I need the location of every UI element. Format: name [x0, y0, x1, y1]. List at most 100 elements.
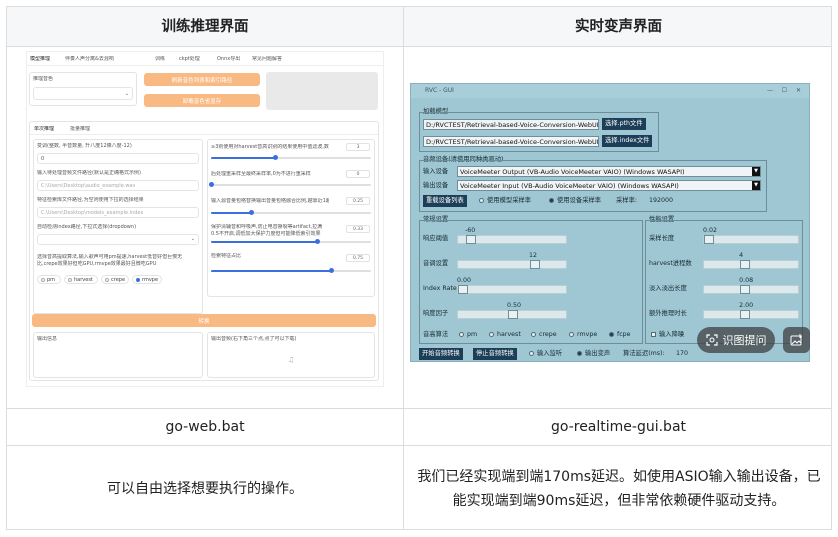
- tab-faq[interactable]: 常见问题解答: [252, 56, 282, 63]
- start-button[interactable]: 开始音频转换: [419, 348, 463, 360]
- pth-path-input[interactable]: D:/RVCTEST/Retrieval-based-Voice-Convers…: [423, 119, 599, 130]
- pth-button[interactable]: 选择.pth文件: [602, 118, 646, 130]
- resample-slider[interactable]: [209, 182, 371, 187]
- refresh-button[interactable]: 刷新音色列表和索引路径: [144, 73, 260, 86]
- image-question-button[interactable]: 识图提问: [697, 327, 775, 353]
- index-path-input[interactable]: D:/RVCTEST/Retrieval-based-Voice-Convers…: [423, 136, 599, 147]
- radio-monitor-in-label: 输入监听: [537, 350, 563, 357]
- general-label-0: 响应阈值: [423, 235, 449, 242]
- tab-separation[interactable]: 伴奏人声分离&去混响: [65, 56, 114, 63]
- tab-inference[interactable]: 模型推理: [30, 56, 50, 63]
- pitch-input[interactable]: 0: [37, 153, 199, 164]
- radio-harvest[interactable]: harvest: [64, 275, 98, 284]
- perf-value-0: 0.02: [703, 227, 718, 234]
- delay-value: 170: [676, 350, 689, 357]
- radio-fcpe[interactable]: fcpe: [609, 330, 631, 339]
- general-slider-handle-3[interactable]: [508, 310, 518, 319]
- close-icon[interactable]: ✕: [796, 84, 801, 98]
- general-slider-1[interactable]: [457, 260, 567, 269]
- general-slider-3[interactable]: [457, 310, 567, 319]
- general-label-1: 音调设置: [423, 260, 449, 267]
- radio-monitor-out[interactable]: 输出变声: [577, 349, 610, 358]
- output-info-label: 输出信息: [37, 336, 58, 342]
- radio-harvest[interactable]: harvest: [489, 330, 521, 339]
- general-value-0: -60: [465, 227, 476, 234]
- right-form: ≥3则使用对harvest音高识别的结果使用中值滤波,数值为滤波半径,使用可以削…: [207, 139, 375, 297]
- tab-ckpt[interactable]: ckpt处理: [179, 56, 200, 63]
- output-audio-label: 输出音频(右下角三个点,点了可以下载): [211, 336, 297, 342]
- webui-tabbar: 模型推理 伴奏人声分离&去混响 训练 ckpt处理 Onnx导出 常见问题解答: [27, 52, 383, 66]
- radio-rmvpe[interactable]: rmvpe: [569, 330, 597, 339]
- general-slider-0[interactable]: [457, 235, 567, 244]
- chevron-down-icon[interactable]: ▼: [752, 167, 760, 176]
- rms-slider[interactable]: [211, 210, 371, 215]
- radio-pm[interactable]: pm: [37, 275, 61, 284]
- desc-web: 可以自由选择想要执行的操作。: [107, 480, 303, 497]
- perf-slider-3[interactable]: [703, 310, 799, 319]
- perf-slider-handle-1[interactable]: [740, 260, 751, 269]
- input-device-label: 输入设备: [423, 168, 449, 175]
- rms-value[interactable]: 0.25: [346, 197, 370, 205]
- chevron-down-icon: ⌄: [190, 236, 195, 242]
- resample-value[interactable]: 0: [346, 170, 370, 178]
- radio-sr-model[interactable]: 使用模型采样率: [479, 196, 531, 205]
- perf-slider-handle-3[interactable]: [740, 310, 751, 319]
- rms-label: 输入源音量包络替换输出音量包络融合比例,越靠近1越使用输出包络: [211, 198, 329, 204]
- header-training: 训练推理界面: [161, 18, 249, 35]
- model-dropdown[interactable]: ⌄: [33, 87, 133, 100]
- protect-value[interactable]: 0.33: [346, 225, 370, 233]
- tab-train[interactable]: 训练: [155, 56, 165, 63]
- radio-monitor-in[interactable]: 输入监听: [529, 349, 562, 358]
- reload-devices-button[interactable]: 重载设备列表: [423, 195, 467, 207]
- subtab-single[interactable]: 单次推理: [34, 126, 54, 133]
- convert-button[interactable]: 转换: [32, 314, 376, 327]
- index-button[interactable]: 选择.index文件: [602, 135, 653, 147]
- index-path-value: C:\Users\Desktop\models_example.index: [41, 210, 144, 216]
- perf-slider-1[interactable]: [703, 260, 799, 269]
- general-slider-handle-2[interactable]: [458, 285, 468, 294]
- index-rate-value[interactable]: 0.75: [346, 254, 370, 262]
- audio-path-input[interactable]: C:\Users\Desktop\audio_example.wav: [37, 180, 199, 191]
- music-note-icon: ♫: [288, 357, 295, 364]
- radio-sr-device[interactable]: 使用设备采样率: [549, 196, 601, 205]
- index-dropdown[interactable]: ⌄: [37, 234, 199, 245]
- minimize-icon[interactable]: —: [767, 84, 773, 98]
- radio-pm[interactable]: pm: [459, 330, 477, 339]
- radio-crepe[interactable]: crepe: [531, 330, 557, 339]
- protect-slider[interactable]: [211, 239, 371, 244]
- output-device-select[interactable]: VoiceMeeter Input (VB-Audio VoiceMeeter …: [457, 180, 761, 191]
- subtab-batch[interactable]: 批量推理: [70, 126, 90, 133]
- filter-slider[interactable]: [211, 155, 371, 160]
- index-path-input[interactable]: C:\Users\Desktop\models_example.index: [37, 207, 199, 218]
- gui-title: RVC - GUI: [425, 87, 454, 94]
- gui-titlebar: RVC - GUI — ☐ ✕: [411, 84, 809, 98]
- filter-value[interactable]: 3: [346, 143, 370, 151]
- index-rate-slider[interactable]: [211, 268, 371, 273]
- general-slider-handle-0[interactable]: [466, 235, 476, 244]
- chevron-down-icon[interactable]: ▼: [752, 181, 760, 190]
- noise-reduce-checkbox[interactable]: 输入降噪: [651, 330, 684, 339]
- index-rate-label: 检索特征占比: [211, 253, 242, 259]
- stop-button[interactable]: 停止音频转换: [473, 348, 517, 360]
- radio-crepe[interactable]: crepe: [101, 275, 129, 284]
- protect-label: 保护清辅音和呼吸声,防止电音撕裂等artifact,拉满0.5不开启,调低加大保…: [211, 224, 323, 237]
- general-slider-handle-1[interactable]: [530, 260, 540, 269]
- radio-rmvpe[interactable]: rmvpe: [132, 275, 162, 284]
- algo-label: 选择音高提取算法,输入歌声可用pm提速,harvest低音好但巨慢无比,crep…: [37, 254, 183, 267]
- tab-onnx[interactable]: Onnx导出: [217, 56, 240, 63]
- radio-pm-label: pm: [47, 276, 56, 283]
- general-value-1: 12: [529, 252, 538, 259]
- perf-slider-2[interactable]: [703, 285, 799, 294]
- input-device-select[interactable]: VoiceMeeter Output (VB-Audio VoiceMeeter…: [457, 166, 761, 177]
- radio-crepe-label: crepe: [539, 331, 557, 338]
- unload-button[interactable]: 卸载音色省显存: [144, 94, 260, 107]
- perf-slider-handle-2[interactable]: [740, 285, 751, 294]
- scan-icon: [705, 334, 718, 346]
- maximize-icon[interactable]: ☐: [782, 84, 787, 98]
- general-slider-2[interactable]: [457, 285, 567, 294]
- add-image-button[interactable]: [783, 327, 810, 353]
- perf-slider-handle-0[interactable]: [704, 235, 714, 244]
- perf-slider-0[interactable]: [703, 235, 799, 244]
- model-select-box: 推理音色 ⌄: [29, 72, 137, 106]
- webui-screenshot: 模型推理 伴奏人声分离&去混响 训练 ckpt处理 Onnx导出 常见问题解答 …: [27, 52, 383, 386]
